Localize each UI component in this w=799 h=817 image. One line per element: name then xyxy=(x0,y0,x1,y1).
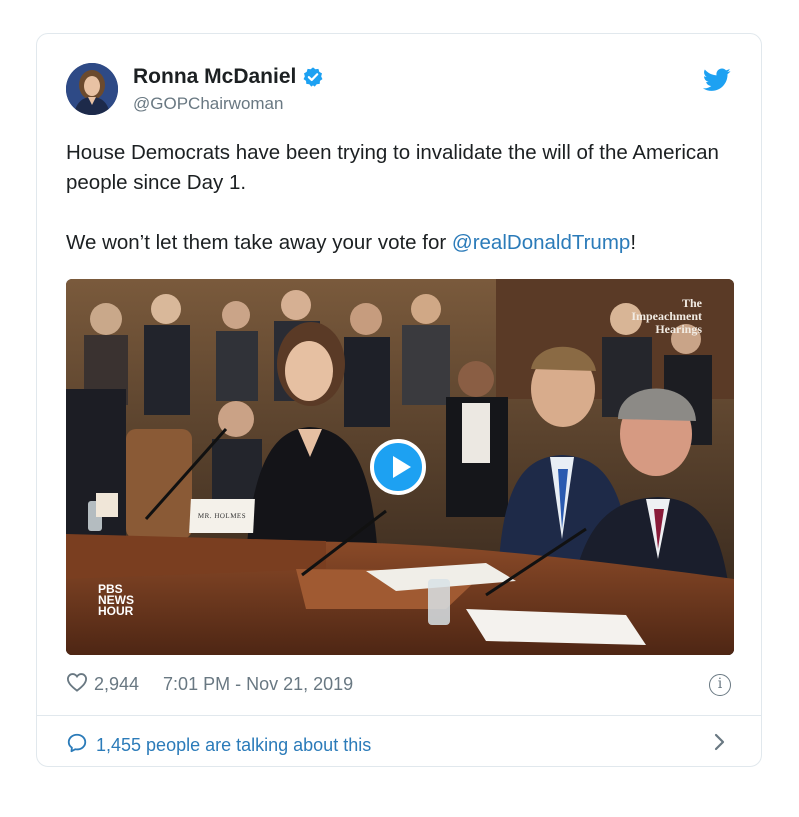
speech-bubble-icon xyxy=(66,732,88,759)
verified-badge-icon xyxy=(302,66,324,88)
tweet-paragraph-1: House Democrats have been trying to inva… xyxy=(66,141,719,194)
tweet-time[interactable]: 7:01 PM xyxy=(163,674,230,694)
author-handle[interactable]: @GOPChairwoman xyxy=(133,94,283,114)
video-thumbnail[interactable]: MR. HOLMES The Impeachment Hearings PBS … xyxy=(66,279,734,655)
tweet-date[interactable]: Nov 21, 2019 xyxy=(246,674,353,694)
tweet-paragraph-2: We won’t let them take away your vote fo… xyxy=(66,228,736,258)
avatar[interactable] xyxy=(66,63,118,115)
conversation-text[interactable]: 1,455 people are talking about this xyxy=(96,735,371,756)
conversation-link[interactable]: 1,455 people are talking about this xyxy=(66,732,371,759)
tweet-timestamp[interactable]: 7:01 PM - Nov 21, 2019 xyxy=(163,674,353,695)
play-button-icon[interactable] xyxy=(370,439,426,495)
pbs-line-3: HOUR xyxy=(98,604,134,618)
info-icon[interactable]: i xyxy=(709,674,731,696)
author-name-text[interactable]: Ronna McDaniel xyxy=(133,65,296,89)
author-name[interactable]: Ronna McDaniel xyxy=(133,65,324,89)
watermark-line-3: Hearings xyxy=(655,322,702,336)
pbs-newshour-logo: PBS NEWS HOUR xyxy=(98,583,134,618)
tweet-card[interactable]: Ronna McDaniel @GOPChairwoman House Demo… xyxy=(36,33,762,767)
chevron-right-icon[interactable] xyxy=(713,732,727,752)
impeachment-hearings-watermark: The Impeachment Hearings xyxy=(631,297,702,336)
like-count[interactable]: 2,944 xyxy=(94,674,139,695)
mention-link[interactable]: @realDonaldTrump xyxy=(452,231,630,254)
tweet-meta: 2,944 7:01 PM - Nov 21, 2019 xyxy=(66,672,353,697)
divider xyxy=(37,715,761,716)
tweet-paragraph-2-suffix: ! xyxy=(630,231,637,254)
twitter-bird-icon[interactable] xyxy=(702,68,731,92)
tweet-paragraph-2-text: We won’t let them take away your vote fo… xyxy=(66,231,452,254)
heart-icon[interactable] xyxy=(66,672,88,697)
tweet-text: House Democrats have been trying to inva… xyxy=(66,138,736,258)
nameplate: MR. HOLMES xyxy=(189,499,255,533)
